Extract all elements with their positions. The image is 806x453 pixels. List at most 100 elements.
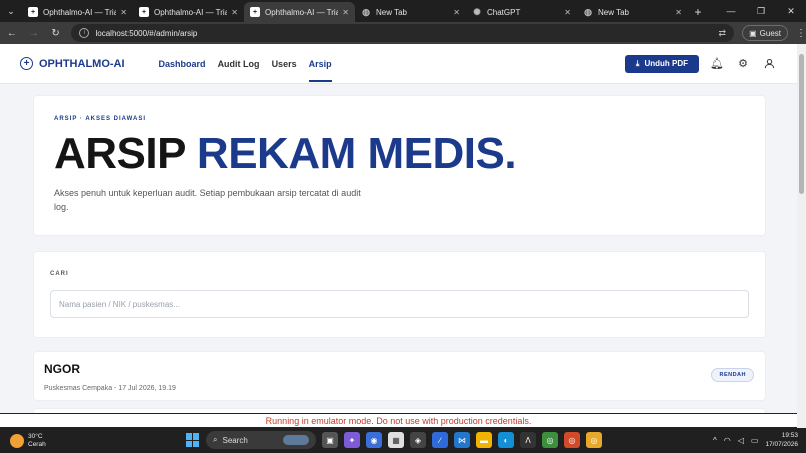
weather-widget[interactable]: 30°C Cerah — [10, 433, 46, 449]
browser-menu-icon[interactable]: ⋮ — [796, 28, 806, 39]
profile-label: Guest — [759, 28, 781, 38]
close-tab-icon[interactable]: ✕ — [453, 8, 460, 17]
tab-title: New Tab — [376, 7, 407, 17]
plus-circle-icon: + — [20, 57, 33, 70]
reload-icon[interactable]: ↻ — [46, 23, 66, 43]
close-tab-icon[interactable]: ✕ — [120, 8, 127, 17]
task-view-icon[interactable]: ▣ — [322, 432, 338, 448]
profile-icon: ▣ — [749, 28, 757, 38]
close-tab-icon[interactable]: ✕ — [675, 8, 682, 17]
system-tray: ^ ◠ ◁ ▭ 19:53 17/07/2026 — [713, 431, 798, 449]
search-highlight-icon — [283, 435, 309, 445]
globe-icon: ◍ — [362, 6, 370, 17]
page-scrollbar[interactable] — [797, 44, 806, 428]
page-title-part2: REKAM MEDIS. — [196, 129, 517, 178]
chrome-icon[interactable]: ◎ — [564, 432, 580, 448]
search-input[interactable] — [50, 290, 749, 318]
scrollbar-thumb[interactable] — [799, 54, 804, 194]
hero-description: Akses penuh untuk keperluan audit. Setia… — [54, 188, 361, 212]
brand-name: OPHTHALMO-AI — [39, 57, 125, 70]
tab-title: Ophthalmo-AI — Triase Ke — [154, 7, 228, 17]
file-explorer-icon[interactable]: ▬ — [476, 432, 492, 448]
app-icon[interactable]: ∕ — [432, 432, 448, 448]
plus-favicon-icon: + — [28, 7, 38, 17]
bell-icon[interactable]: 🔔︎ — [709, 56, 725, 72]
weather-temp: 30°C — [28, 432, 43, 440]
back-arrow-icon[interactable]: ← — [2, 23, 22, 43]
gear-icon[interactable]: ⚙ — [735, 56, 751, 72]
nav-actions: ⤓ Unduh PDF 🔔︎ ⚙ — [624, 54, 777, 73]
download-pdf-button[interactable]: ⤓ Unduh PDF — [624, 54, 699, 73]
brand-logo[interactable]: + OPHTHALMO-AI — [20, 57, 125, 70]
edge-icon[interactable]: ◐ — [498, 432, 514, 448]
app-navbar: + OPHTHALMO-AI Dashboard Audit Log Users… — [0, 44, 797, 84]
nav-audit-log[interactable]: Audit Log — [218, 44, 260, 84]
browser-tab[interactable]: + Ophthalmo-AI — Triase Ke ✕ — [22, 2, 133, 22]
tab-title: New Tab — [598, 7, 629, 17]
browser-tab[interactable]: ◍ New Tab ✕ — [577, 2, 688, 22]
taskbar-apps: ⌕ Search ▣ ✦ ◉ ▦ ◈ ∕ ⋈ ▬ ◐ Λ ◎ ◎ ◎ — [186, 431, 602, 449]
nav-dashboard[interactable]: Dashboard — [159, 44, 206, 84]
close-tab-icon[interactable]: ✕ — [564, 8, 571, 17]
os-taskbar: 30°C Cerah ⌕ Search ▣ ✦ ◉ ▦ ◈ ∕ ⋈ ▬ ◐ Λ … — [0, 428, 806, 453]
weather-desc: Cerah — [28, 440, 46, 448]
chrome-icon[interactable]: ◎ — [542, 432, 558, 448]
chrome-icon[interactable]: ◎ — [586, 432, 602, 448]
vscode-icon[interactable]: ⋈ — [454, 432, 470, 448]
nav-users[interactable]: Users — [272, 44, 297, 84]
translate-icon[interactable]: ⇄ — [719, 28, 727, 39]
copilot-icon[interactable]: ✦ — [344, 432, 360, 448]
speaker-icon[interactable]: ◁ — [738, 436, 744, 445]
plus-favicon-icon: + — [250, 7, 260, 17]
browser-tabstrip: ⌄ + Ophthalmo-AI — Triase Ke ✕ + Ophthal… — [0, 0, 806, 22]
search-label: CARI — [50, 271, 69, 277]
browser-tab[interactable]: ◍ New Tab ✕ — [355, 2, 466, 22]
terminal-icon[interactable]: ◈ — [410, 432, 426, 448]
patient-name: NGOR — [44, 362, 80, 376]
clock-time: 19:53 — [781, 432, 798, 439]
tab-title: ChatGPT — [487, 7, 521, 17]
download-icon: ⤓ — [635, 58, 640, 68]
browser-toolbar: ← → ↻ i localhost:5000/#/admin/arsip ⇄ ▣… — [0, 22, 806, 44]
address-bar[interactable]: i localhost:5000/#/admin/arsip ⇄ — [71, 24, 735, 42]
clock[interactable]: 19:53 17/07/2026 — [765, 431, 798, 449]
page-title-part1: ARSIP — [54, 129, 186, 178]
chevron-up-icon[interactable]: ^ — [713, 436, 717, 445]
close-tab-icon[interactable]: ✕ — [231, 8, 238, 17]
restore-icon[interactable]: ❐ — [746, 0, 776, 22]
download-pdf-label: Unduh PDF — [644, 59, 688, 68]
url-text: localhost:5000/#/admin/arsip — [95, 28, 198, 38]
page-title: ARSIP REKAM MEDIS. — [54, 128, 745, 180]
search-icon: ⌕ — [213, 435, 218, 444]
browser-tab[interactable]: + Ophthalmo-AI — Triase Ke ✕ — [133, 2, 244, 22]
emulator-warning-banner: Running in emulator mode. Do not use wit… — [0, 413, 797, 428]
close-tab-icon[interactable]: ✕ — [342, 8, 349, 17]
close-window-icon[interactable]: ✕ — [776, 0, 806, 22]
taskbar-search[interactable]: ⌕ Search — [206, 431, 316, 449]
main-nav: Dashboard Audit Log Users Arsip — [159, 44, 332, 84]
forward-arrow-icon[interactable]: → — [24, 23, 44, 43]
nav-arsip[interactable]: Arsip — [308, 44, 332, 84]
browser-tab[interactable]: ✺ ChatGPT ✕ — [466, 2, 577, 22]
tab-title: Ophthalmo-AI — Triase Ke — [43, 7, 117, 17]
tab-search-chevron-icon[interactable]: ⌄ — [0, 0, 22, 22]
weather-sun-icon — [10, 433, 24, 448]
window-controls: — ❐ ✕ — [716, 0, 806, 22]
site-info-icon[interactable]: i — [79, 28, 90, 38]
hero-kicker: ARSIP · AKSES DIAWASI — [54, 116, 147, 122]
tab-title: Ophthalmo-AI — Triase Ke — [265, 7, 339, 17]
globe-icon: ◍ — [584, 6, 592, 17]
record-card[interactable]: NGOR Puskesmas Cempaka - 17 Jul 2026, 19… — [33, 351, 766, 401]
user-icon[interactable] — [761, 56, 777, 72]
android-studio-icon[interactable]: Λ — [520, 432, 536, 448]
hero-card: ARSIP · AKSES DIAWASI ARSIP REKAM MEDIS.… — [33, 95, 766, 236]
profile-button[interactable]: ▣ Guest — [742, 25, 788, 41]
wifi-icon[interactable]: ◠ — [724, 436, 731, 445]
store-icon[interactable]: ▦ — [388, 432, 404, 448]
meet-icon[interactable]: ◉ — [366, 432, 382, 448]
new-tab-button[interactable]: + — [688, 2, 708, 22]
minimize-icon[interactable]: — — [716, 0, 746, 22]
windows-start-icon[interactable] — [186, 433, 200, 447]
browser-tab-active[interactable]: + Ophthalmo-AI — Triase Ke ✕ — [244, 2, 355, 22]
battery-icon[interactable]: ▭ — [751, 436, 759, 445]
